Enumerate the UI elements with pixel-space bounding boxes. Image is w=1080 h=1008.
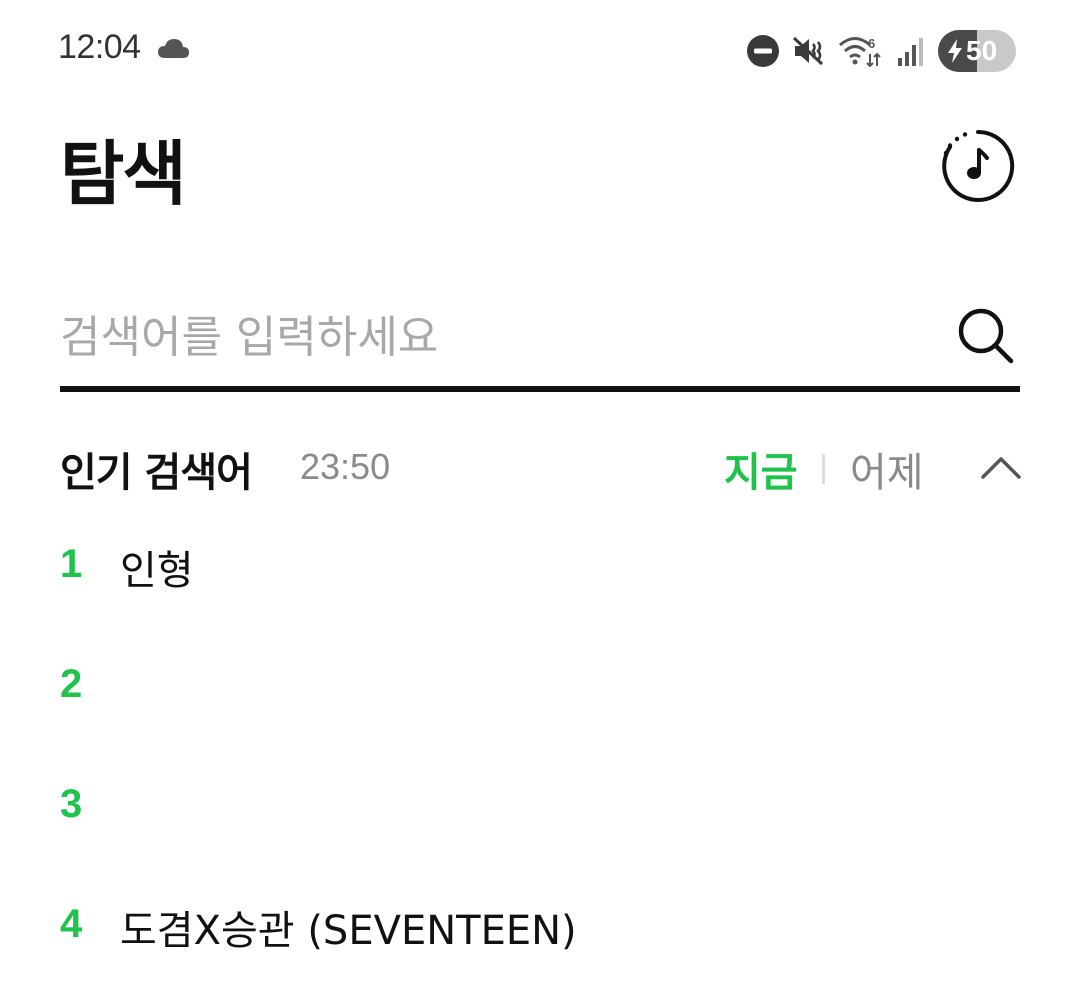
mute-icon [792, 36, 824, 66]
popular-searches-header: 인기 검색어 23:50 지금 어제 [60, 434, 1022, 498]
rank-number: 1 [60, 542, 83, 586]
list-item[interactable]: 1 인형 [60, 528, 1020, 648]
rank-keyword: 도겸X승관 (SEVENTEEN) [120, 908, 577, 954]
status-time: 12:04 [58, 28, 141, 66]
popular-searches-title: 인기 검색어 [60, 450, 253, 496]
battery-charging-icon [948, 39, 962, 63]
search-input[interactable] [60, 302, 920, 372]
tab-divider [822, 454, 825, 484]
tab-now[interactable]: 지금 [724, 440, 798, 498]
rank-number: 2 [60, 662, 83, 706]
list-item[interactable]: 4 도겸X승관 (SEVENTEEN) [60, 888, 1020, 1008]
tab-yesterday[interactable]: 어제 [850, 440, 924, 498]
battery-level: 50 [966, 35, 998, 66]
rank-number: 4 [60, 902, 83, 946]
do-not-disturb-icon [747, 35, 779, 67]
cloud-icon [158, 39, 189, 58]
music-recognition-icon[interactable] [940, 128, 1016, 204]
status-icons: 6 50 [746, 30, 1016, 72]
rank-number: 3 [60, 782, 83, 826]
wifi-6-icon: 6 [839, 36, 881, 68]
chevron-up-icon[interactable] [980, 446, 1022, 488]
search-underline [60, 386, 1020, 392]
search-bar [60, 292, 1020, 392]
list-item[interactable]: 3 [60, 768, 1020, 888]
popular-searches-list: 1 인형 2 3 4 도겸X승관 (SEVENTEEN) [60, 528, 1020, 1008]
popular-searches-time: 23:50 [300, 446, 391, 487]
list-item[interactable]: 2 [60, 648, 1020, 768]
page-title: 탐색 [60, 133, 187, 215]
search-icon[interactable] [956, 306, 1014, 364]
signal-icon [898, 38, 923, 66]
battery-indicator: 50 [938, 30, 1016, 72]
status-bar: 12:04 6 50 [0, 0, 1080, 100]
svg-text:6: 6 [868, 36, 875, 51]
rank-keyword: 인형 [120, 548, 194, 594]
